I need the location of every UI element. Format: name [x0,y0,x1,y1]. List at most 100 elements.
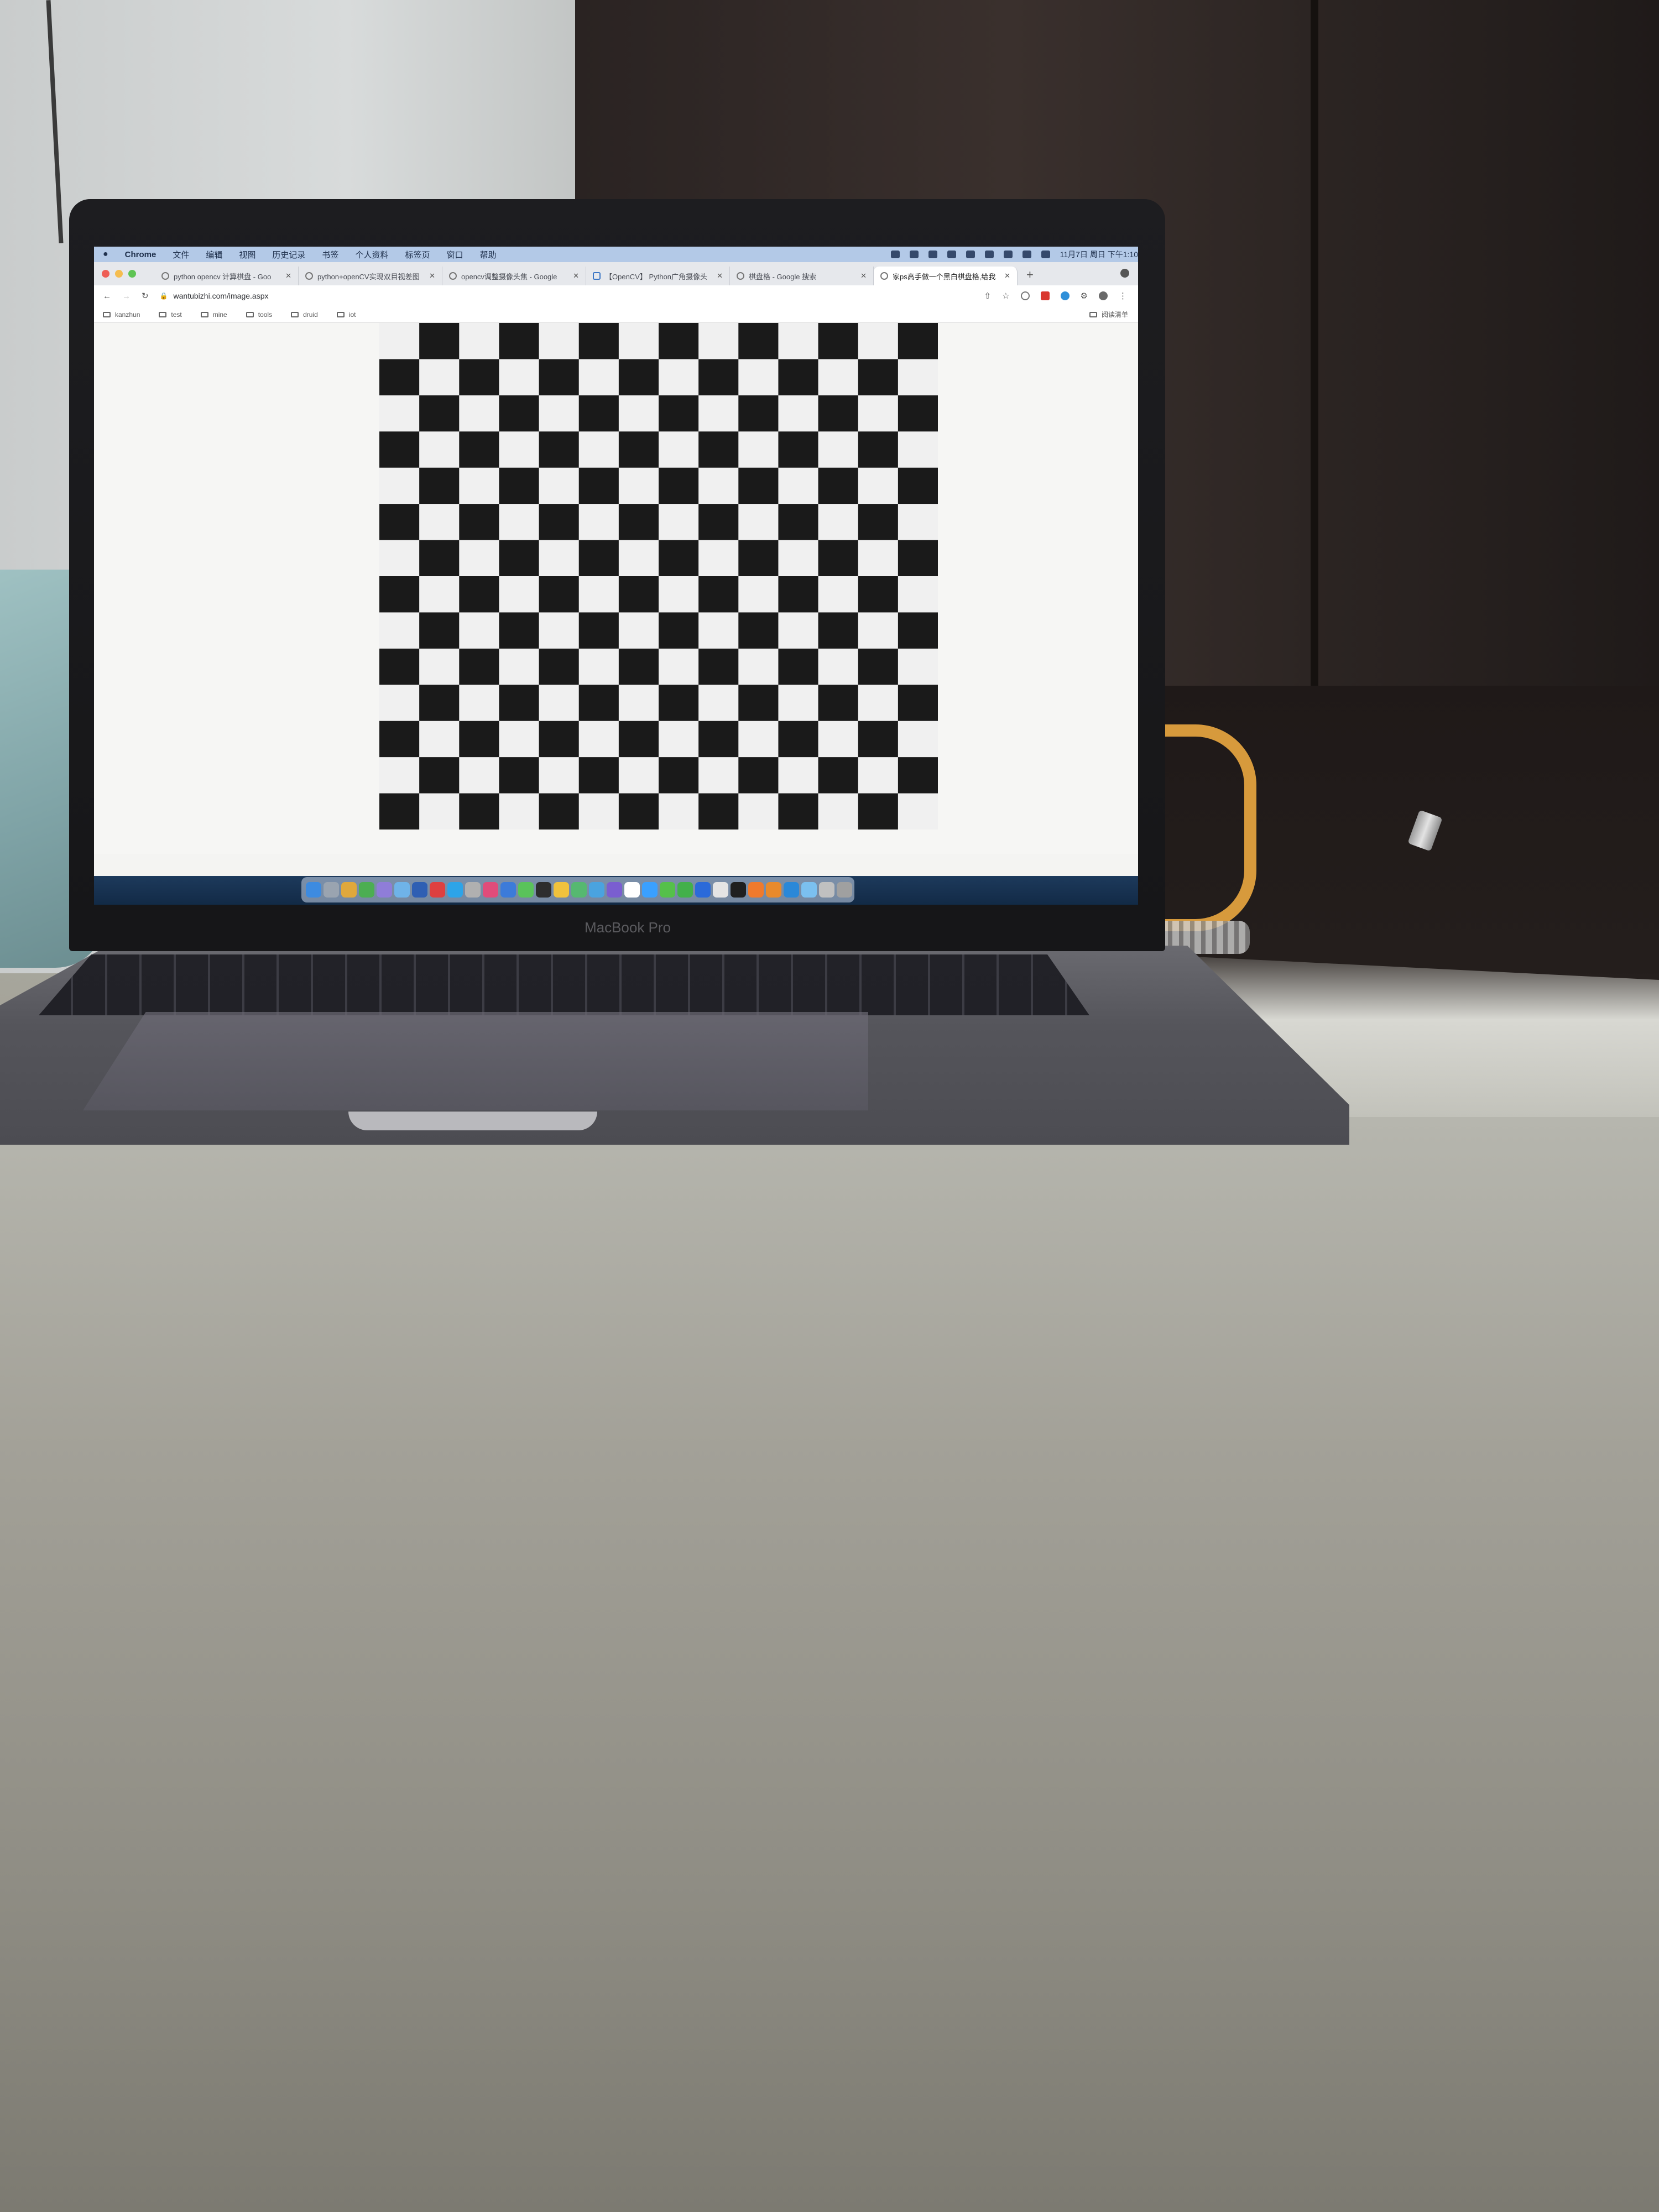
browser-tab[interactable]: 棋盘格 - Google 搜索 ✕ [730,267,874,285]
dock-app-icon[interactable] [695,882,711,898]
reading-list-button[interactable]: 阅读清单 [1089,310,1128,319]
close-tab-icon[interactable]: ✕ [860,272,867,280]
extension-red-icon[interactable] [1040,291,1050,300]
folder-icon [159,311,167,317]
browser-tab[interactable]: opencv调整摄像头焦 - Google ✕ [442,267,586,285]
bookmark-folder[interactable]: iot [336,311,356,319]
menu-item-help[interactable]: 帮助 [479,249,496,260]
close-tab-icon[interactable]: ✕ [429,272,435,280]
checker-square [738,721,779,758]
close-tab-icon[interactable]: ✕ [285,272,291,280]
menubar-app-name[interactable]: Chrome [125,250,156,259]
dock-app-icon[interactable] [837,882,852,898]
extensions-puzzle-icon[interactable]: ⚙ [1081,291,1088,301]
dock-app-icon[interactable] [731,882,746,898]
menu-item-bookmarks[interactable]: 书签 [322,249,338,260]
checker-square [459,757,499,794]
browser-tab[interactable]: python+openCV实现双目视差图 ✕ [299,267,442,285]
dock-app-icon[interactable] [359,882,374,898]
send-icon[interactable] [928,251,937,258]
forward-icon[interactable]: → [122,291,131,301]
menu-item-window[interactable]: 窗口 [446,249,463,260]
dock-app-icon[interactable] [394,882,410,898]
dock-app-icon[interactable] [784,882,799,898]
reload-icon[interactable]: ↻ [142,291,149,301]
bookmark-folder[interactable]: test [159,311,182,319]
menu-item-file[interactable]: 文件 [173,249,189,260]
dock-app-icon[interactable] [518,882,534,898]
dock-app-icon[interactable] [589,882,604,898]
dock-app-icon[interactable] [677,882,693,898]
address-bar[interactable]: 🔒 wantubizhi.com/image.aspx [160,291,973,300]
dock-app-icon[interactable] [748,882,764,898]
extension-blue-icon[interactable] [1060,291,1070,300]
dock-app-icon[interactable] [324,882,339,898]
status-app-icon[interactable] [890,251,900,258]
dock-app-icon[interactable] [819,882,834,898]
grid-icon[interactable] [947,251,956,258]
dock-app-icon[interactable] [801,882,817,898]
bookmark-folder[interactable]: druid [291,311,318,319]
menubar-clock[interactable]: 11月7日 周日 下午1:10 [1060,249,1138,260]
share-icon[interactable]: ⇧ [984,291,992,301]
bookmark-label: druid [303,310,318,319]
checker-square [459,467,499,504]
browser-tab-active[interactable]: 家ps高手做一个黑白棋盘格,给我 ✕ [874,267,1018,285]
menu-item-profiles[interactable]: 个人资料 [355,249,388,260]
menu-item-view[interactable]: 视图 [239,249,255,260]
bookmark-folder[interactable]: mine [200,311,227,319]
tab-search-icon[interactable] [1120,269,1129,278]
checker-square [778,793,819,830]
url-text[interactable]: wantubizhi.com/image.aspx [174,291,269,300]
minimize-window-icon[interactable] [115,270,123,278]
checker-square [778,359,819,396]
dock-app-icon[interactable] [660,882,675,898]
dock-app-icon[interactable] [341,882,357,898]
search-icon[interactable] [1022,251,1031,258]
control-center-icon[interactable] [1041,251,1050,258]
dock-app-icon[interactable] [430,882,445,898]
new-tab-icon[interactable]: + [1018,268,1042,285]
wechat-icon[interactable] [909,251,919,258]
dock-app-icon[interactable] [571,882,587,898]
dock-app-icon[interactable] [483,882,498,898]
menu-item-edit[interactable]: 编辑 [206,249,222,260]
menu-item-history[interactable]: 历史记录 [272,249,305,260]
checker-square [898,612,938,649]
close-tab-icon[interactable]: ✕ [573,272,579,280]
close-window-icon[interactable] [102,270,109,278]
extension-check-icon[interactable] [1020,291,1030,300]
battery-icon[interactable] [984,251,994,258]
close-tab-icon[interactable]: ✕ [1004,272,1010,280]
dock-app-icon[interactable] [306,882,321,898]
dock-app-icon[interactable] [536,882,551,898]
menu-item-tab[interactable]: 标签页 [405,249,430,260]
dock-app-icon[interactable] [766,882,781,898]
apple-icon[interactable]: ● [103,249,108,259]
zoom-window-icon[interactable] [128,270,136,278]
dock-app-icon[interactable] [554,882,569,898]
lock-icon[interactable]: 🔒 [160,292,168,300]
dock-app-icon[interactable] [642,882,658,898]
checker-square [379,685,420,722]
bluetooth-icon[interactable] [966,251,975,258]
more-menu-icon[interactable]: ⋮ [1119,291,1127,301]
dock-app-icon[interactable] [377,882,392,898]
dock-app-icon[interactable] [465,882,481,898]
back-icon[interactable]: ← [103,291,111,301]
bookmark-folder[interactable]: kanzhun [103,311,140,319]
browser-tab[interactable]: python opencv 计算棋盘 - Goo ✕ [155,267,299,285]
checker-square [379,359,420,396]
avatar[interactable] [1099,291,1108,300]
wifi-icon[interactable] [1003,251,1013,258]
dock-app-icon[interactable] [412,882,427,898]
dock-app-icon[interactable] [447,882,463,898]
dock-app-icon[interactable] [624,882,640,898]
dock-app-icon[interactable] [713,882,728,898]
close-tab-icon[interactable]: ✕ [717,272,723,280]
dock-app-icon[interactable] [607,882,622,898]
browser-tab[interactable]: 【OpenCV】 Python广角摄像头 ✕ [586,267,730,285]
bookmark-star-icon[interactable]: ☆ [1002,291,1009,301]
bookmark-folder[interactable]: tools [246,311,272,319]
dock-app-icon[interactable] [500,882,516,898]
